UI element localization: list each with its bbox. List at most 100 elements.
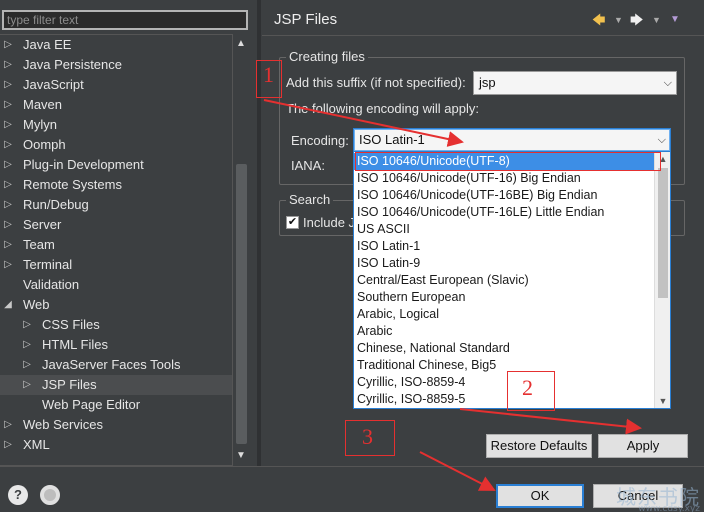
expand-arrow-icon[interactable]: ▷ bbox=[2, 155, 14, 175]
expand-arrow-icon[interactable]: ▷ bbox=[21, 335, 33, 355]
expand-arrow-icon[interactable]: ▷ bbox=[21, 355, 33, 375]
page-nav-toolbar: 🡄 ▼ 🡆 ▼ ▼ bbox=[592, 10, 692, 30]
expand-arrow-icon[interactable]: ▷ bbox=[2, 255, 14, 275]
tree-item[interactable]: ▷ Mylyn bbox=[0, 115, 232, 135]
chevron-down-icon[interactable]: ⌵ bbox=[664, 72, 672, 94]
tree-item-label: Server bbox=[23, 217, 62, 232]
expand-arrow-icon[interactable]: ▷ bbox=[2, 115, 14, 135]
tree-item[interactable]: ▷ XML bbox=[0, 435, 232, 455]
expand-arrow-icon[interactable]: ▷ bbox=[2, 95, 14, 115]
group-title: Search bbox=[286, 192, 334, 207]
help-icon[interactable]: ? bbox=[8, 485, 28, 505]
scroll-up-icon[interactable]: ▲ bbox=[233, 36, 249, 52]
expand-arrow-icon[interactable]: ▷ bbox=[2, 235, 14, 255]
tree-item-label: Java Persistence bbox=[23, 57, 122, 72]
suffix-combo[interactable]: jsp ⌵ bbox=[473, 71, 677, 95]
encoding-option[interactable]: Traditional Chinese, Big5 bbox=[354, 357, 654, 374]
encoding-option[interactable]: Southern European bbox=[354, 289, 654, 306]
encoding-option[interactable]: Arabic bbox=[354, 323, 654, 340]
restore-defaults-button[interactable]: Restore Defaults bbox=[486, 434, 592, 458]
tree-item[interactable]: ▷ Team bbox=[0, 235, 232, 255]
filter-input[interactable] bbox=[2, 10, 248, 30]
expand-arrow-icon[interactable]: ▷ bbox=[2, 195, 14, 215]
encoding-option[interactable]: Cyrillic, ISO-8859-5 bbox=[354, 391, 654, 408]
encoding-option[interactable]: ISO 10646/Unicode(UTF-16BE) Big Endian bbox=[354, 187, 654, 204]
view-menu-icon[interactable]: ▼ bbox=[670, 10, 680, 30]
collapse-arrow-icon[interactable]: ◢ bbox=[2, 295, 14, 315]
tree-item-label: Team bbox=[23, 237, 55, 252]
tree-item[interactable]: ▷ Java Persistence bbox=[0, 55, 232, 75]
expand-arrow-icon[interactable]: ▷ bbox=[21, 375, 33, 395]
tree-item[interactable]: ▷ Terminal bbox=[0, 255, 232, 275]
tree-item[interactable]: ▷ Web Services bbox=[0, 415, 232, 435]
tree-item[interactable]: ▷ Remote Systems bbox=[0, 175, 232, 195]
annotation-number-2: 2 bbox=[522, 375, 533, 400]
expand-arrow-icon[interactable]: ▷ bbox=[2, 435, 14, 455]
chevron-down-icon[interactable]: ▼ bbox=[652, 10, 661, 30]
tree-item[interactable]: ▷ JavaScript bbox=[0, 75, 232, 95]
tree-item[interactable]: ◢ Web bbox=[0, 295, 232, 315]
encoding-option[interactable]: Arabic, Logical bbox=[354, 306, 654, 323]
back-arrow-icon[interactable]: 🡄 bbox=[592, 10, 605, 30]
encoding-option[interactable]: ISO Latin-9 bbox=[354, 255, 654, 272]
expand-arrow-icon[interactable]: ▷ bbox=[2, 75, 14, 95]
tree-item[interactable]: ▷ JSP Files bbox=[0, 375, 232, 395]
dropdown-scrollbar[interactable]: ▲ ▼ bbox=[654, 152, 670, 408]
tree-item[interactable]: ▷ Run/Debug bbox=[0, 195, 232, 215]
dialog-footer: ? OK Cancel bbox=[0, 466, 704, 512]
tree-item[interactable]: ▷ Java EE bbox=[0, 35, 232, 55]
encoding-option[interactable]: US ASCII bbox=[354, 221, 654, 238]
expand-arrow-icon[interactable]: ▷ bbox=[2, 215, 14, 235]
tree-item-label: Plug-in Development bbox=[23, 157, 144, 172]
scroll-down-icon[interactable]: ▼ bbox=[233, 448, 249, 464]
tree-item-label: XML bbox=[23, 437, 50, 452]
tree-item-label: JavaScript bbox=[23, 77, 84, 92]
expand-arrow-icon[interactable]: ▷ bbox=[2, 35, 14, 55]
import-export-icon[interactable] bbox=[40, 485, 60, 505]
include-checkbox[interactable]: ✔ bbox=[286, 216, 299, 229]
tree-item-label: Maven bbox=[23, 97, 63, 112]
tree-item[interactable]: ▷ Plug-in Development bbox=[0, 155, 232, 175]
tree-item-label: Run/Debug bbox=[23, 197, 89, 212]
encoding-option[interactable]: ISO Latin-1 bbox=[354, 238, 654, 255]
encoding-option[interactable]: Cyrillic, ISO-8859-4 bbox=[354, 374, 654, 391]
tree-item[interactable]: ▷ JavaServer Faces Tools bbox=[0, 355, 232, 375]
tree-item-label: HTML Files bbox=[42, 337, 108, 352]
encoding-option[interactable]: Central/East European (Slavic) bbox=[354, 272, 654, 289]
chevron-down-icon[interactable]: ⌵ bbox=[658, 129, 666, 151]
tree-item[interactable]: ▷ Server bbox=[0, 215, 232, 235]
tree-scrollbar[interactable]: ▲ ▼ bbox=[232, 34, 249, 466]
expand-arrow-icon[interactable]: ▷ bbox=[21, 315, 33, 335]
encoding-combo[interactable]: ISO Latin-1 ⌵ bbox=[353, 128, 671, 152]
chevron-down-icon[interactable]: ▼ bbox=[614, 10, 623, 30]
scroll-thumb[interactable] bbox=[658, 168, 668, 298]
expand-arrow-icon[interactable]: ▷ bbox=[2, 175, 14, 195]
group-title: Creating files bbox=[286, 49, 368, 64]
scroll-down-icon[interactable]: ▼ bbox=[655, 394, 670, 408]
encoding-option[interactable]: ISO 10646/Unicode(UTF-16LE) Little Endia… bbox=[354, 204, 654, 221]
tree-item-label: Terminal bbox=[23, 257, 73, 272]
expand-arrow-icon[interactable]: ▷ bbox=[2, 55, 14, 75]
preference-tree: ▷ Java EE ▷ Java Persistence ▷ JavaScript ▷ Mav… bbox=[0, 34, 232, 466]
expand-arrow-icon[interactable]: ▷ bbox=[2, 135, 14, 155]
encoding-option[interactable]: Chinese, National Standard bbox=[354, 340, 654, 357]
tree-item[interactable]: Validation bbox=[0, 275, 232, 295]
tree-item-label: Mylyn bbox=[23, 117, 57, 132]
ok-button[interactable]: OK bbox=[496, 484, 584, 508]
expand-arrow-icon[interactable]: ▷ bbox=[2, 415, 14, 435]
apply-button[interactable]: Apply bbox=[598, 434, 688, 458]
tree-item[interactable]: ▷ Oomph bbox=[0, 135, 232, 155]
tree-item-label: Java EE bbox=[23, 37, 72, 52]
tree-item-label: JSP Files bbox=[42, 377, 97, 392]
tree-item[interactable]: ▷ Maven bbox=[0, 95, 232, 115]
tree-item[interactable]: ▷ CSS Files bbox=[0, 315, 232, 335]
scroll-thumb[interactable] bbox=[236, 164, 247, 444]
annotation-number-1: 1 bbox=[263, 62, 274, 87]
preference-tree-pane: ▷ Java EE ▷ Java Persistence ▷ JavaScript ▷ Mav… bbox=[0, 0, 251, 466]
header-divider bbox=[262, 35, 704, 36]
tree-item-label: Oomph bbox=[23, 137, 66, 152]
tree-item[interactable]: Web Page Editor bbox=[0, 395, 232, 415]
forward-arrow-icon[interactable]: 🡆 bbox=[630, 10, 643, 30]
encoding-option[interactable]: ISO 10646/Unicode(UTF-16) Big Endian bbox=[354, 170, 654, 187]
tree-item[interactable]: ▷ HTML Files bbox=[0, 335, 232, 355]
